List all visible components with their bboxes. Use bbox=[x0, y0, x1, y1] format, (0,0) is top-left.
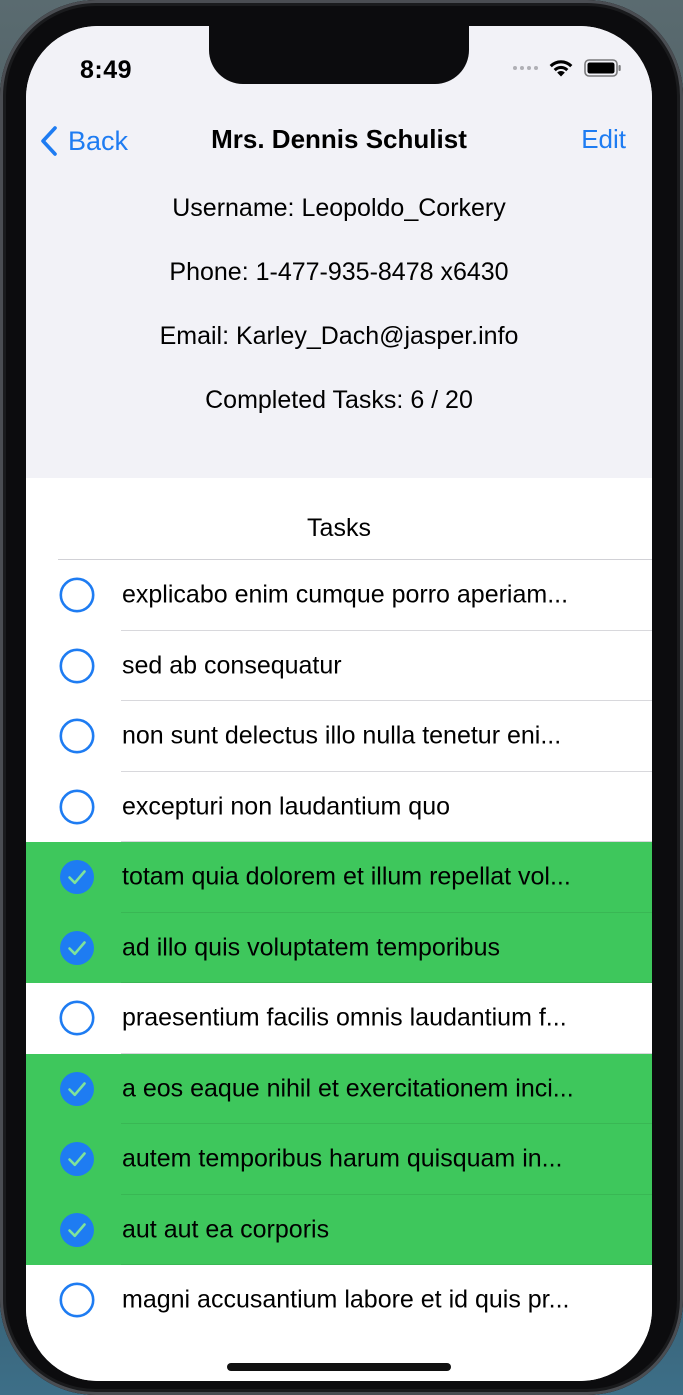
task-row[interactable]: praesentium facilis omnis laudantium f..… bbox=[26, 983, 652, 1054]
checked-circle-icon[interactable] bbox=[59, 930, 95, 966]
empty-circle-icon[interactable] bbox=[59, 577, 95, 613]
task-row[interactable]: sed ab consequatur bbox=[26, 630, 652, 701]
task-row[interactable]: non sunt delectus illo nulla tenetur eni… bbox=[26, 701, 652, 772]
task-text: non sunt delectus illo nulla tenetur eni… bbox=[122, 721, 562, 750]
device-notch bbox=[209, 26, 469, 84]
edit-button[interactable]: Edit bbox=[581, 124, 626, 155]
navigation-bar: Back Mrs. Dennis Schulist Edit bbox=[26, 120, 652, 162]
home-indicator bbox=[227, 1363, 451, 1371]
task-list: explicabo enim cumque porro aperiam... s… bbox=[26, 560, 652, 1336]
email-text: Email: Karley_Dach@jasper.info bbox=[159, 322, 519, 350]
task-row[interactable]: excepturi non laudantium quo bbox=[26, 771, 652, 842]
task-row[interactable]: aut aut ea corporis bbox=[26, 1194, 652, 1265]
empty-circle-icon[interactable] bbox=[59, 1282, 95, 1318]
cellular-signal-icon bbox=[513, 66, 538, 70]
phone-text: Phone: 1-477-935-8478 x6430 bbox=[169, 258, 509, 286]
task-text: excepturi non laudantium quo bbox=[122, 792, 451, 821]
app-screen: 8:49 Back Mrs. Dennis Schulist Edit User… bbox=[26, 26, 652, 1381]
status-icons bbox=[513, 58, 622, 78]
task-text: ad illo quis voluptatem temporibus bbox=[122, 933, 500, 962]
wifi-icon bbox=[549, 60, 573, 77]
task-text: praesentium facilis omnis laudantium f..… bbox=[122, 1003, 567, 1032]
task-row[interactable]: totam quia dolorem et illum repellat vol… bbox=[26, 842, 652, 913]
task-row[interactable]: magni accusantium labore et id quis pr..… bbox=[26, 1265, 652, 1336]
tasks-section-title: Tasks bbox=[307, 514, 371, 542]
task-row[interactable]: ad illo quis voluptatem temporibus bbox=[26, 912, 652, 983]
battery-icon bbox=[584, 59, 621, 77]
checked-circle-icon[interactable] bbox=[59, 1141, 95, 1177]
status-time: 8:49 bbox=[80, 56, 133, 84]
task-row[interactable]: a eos eaque nihil et exercitationem inci… bbox=[26, 1053, 652, 1124]
task-row[interactable]: autem temporibus harum quisquam in... bbox=[26, 1124, 652, 1195]
task-text: totam quia dolorem et illum repellat vol… bbox=[122, 862, 571, 891]
task-text: magni accusantium labore et id quis pr..… bbox=[122, 1285, 570, 1314]
page-title: Mrs. Dennis Schulist bbox=[211, 124, 467, 154]
task-row[interactable]: explicabo enim cumque porro aperiam... bbox=[26, 560, 652, 631]
empty-circle-icon[interactable] bbox=[59, 648, 95, 684]
task-text: a eos eaque nihil et exercitationem inci… bbox=[122, 1074, 574, 1103]
checked-circle-icon[interactable] bbox=[59, 1071, 95, 1107]
checked-circle-icon[interactable] bbox=[59, 859, 95, 895]
task-text: aut aut ea corporis bbox=[122, 1215, 330, 1244]
empty-circle-icon[interactable] bbox=[59, 718, 95, 754]
empty-circle-icon[interactable] bbox=[59, 789, 95, 825]
completed-tasks-text: Completed Tasks: 6 / 20 bbox=[205, 386, 473, 414]
task-text: sed ab consequatur bbox=[122, 651, 342, 680]
task-text: autem temporibus harum quisquam in... bbox=[122, 1144, 563, 1173]
checked-circle-icon[interactable] bbox=[59, 1212, 95, 1248]
username-text: Username: Leopoldo_Corkery bbox=[172, 194, 506, 222]
empty-circle-icon[interactable] bbox=[59, 1000, 95, 1036]
task-text: explicabo enim cumque porro aperiam... bbox=[122, 580, 569, 609]
